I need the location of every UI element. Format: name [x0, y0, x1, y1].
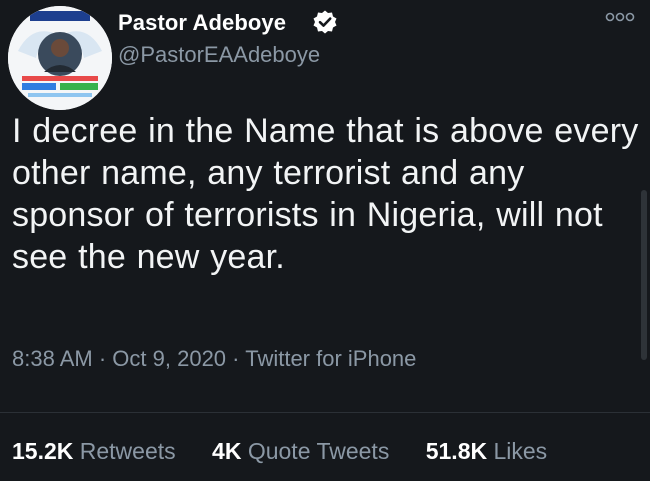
likes-label: Likes: [493, 438, 548, 464]
separator-dot: ·: [98, 346, 107, 371]
likes-count: 51.8K: [425, 438, 488, 464]
tweet-source[interactable]: Twitter for iPhone: [245, 346, 416, 371]
avatar[interactable]: [8, 6, 112, 110]
tweet-date[interactable]: Oct 9, 2020: [112, 346, 226, 371]
avatar-image: [8, 6, 112, 110]
quote-tweets-stat[interactable]: 4K Quote Tweets: [212, 438, 389, 465]
meta-separator: ·: [232, 346, 245, 371]
retweets-stat[interactable]: 15.2K Retweets: [12, 438, 176, 465]
tweet-time[interactable]: 8:38 AM: [12, 346, 93, 371]
divider: [0, 412, 650, 413]
tweet-meta: 8:38 AM · Oct 9, 2020 · Twitter for iPho…: [12, 346, 416, 372]
retweets-count: 15.2K: [12, 438, 74, 464]
quote-tweets-count: 4K: [212, 438, 242, 464]
display-name[interactable]: Pastor Adeboye: [118, 10, 286, 36]
meta-separator: ·: [99, 346, 112, 371]
user-handle[interactable]: @PastorEAAdeboye: [118, 42, 320, 68]
verified-badge-icon: [313, 10, 337, 34]
tweet-stats: 15.2K Retweets 4K Quote Tweets 51.8K Lik…: [12, 438, 577, 465]
more-options-icon[interactable]: [604, 10, 636, 24]
retweets-label: Retweets: [79, 438, 176, 464]
tweet-text: I decree in the Name that is above every…: [12, 112, 639, 276]
scrollbar[interactable]: [641, 190, 647, 360]
likes-stat[interactable]: 51.8K Likes: [426, 438, 547, 465]
quote-tweets-label: Quote Tweets: [247, 438, 390, 464]
separator-dot: ·: [232, 346, 240, 371]
tweet-card: Pastor Adeboye @PastorEAAdeboye I decree…: [0, 0, 650, 481]
